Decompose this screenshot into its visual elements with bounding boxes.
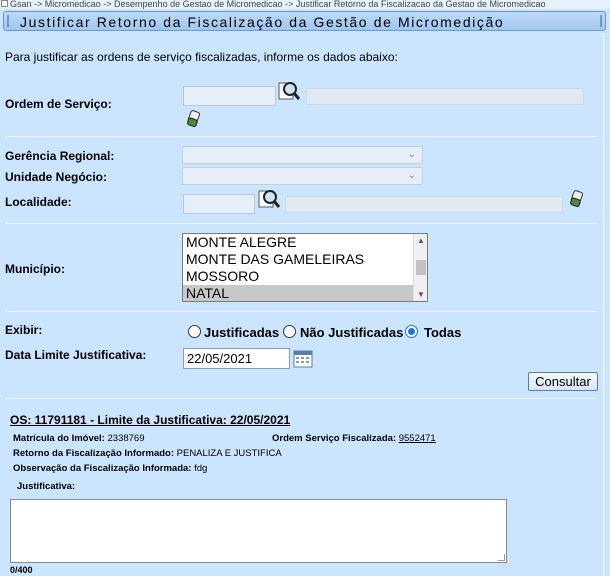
municipio-option-selected[interactable]: NATAL <box>183 285 427 301</box>
divider <box>5 311 597 312</box>
eraser-icon[interactable] <box>568 190 584 208</box>
matricula-label: Matrícula do Imóvel: <box>13 433 105 444</box>
divider <box>5 223 597 224</box>
ordem-fiscalizada-label: Ordem Serviço Fiscalizada: <box>272 433 397 444</box>
data-limite-input[interactable]: 22/05/2021 <box>183 348 290 369</box>
page-title: Justificar Retorno da Fiscalização da Ge… <box>20 14 505 30</box>
justificativa-label: Justificativa: <box>17 481 76 492</box>
consultar-button[interactable]: Consultar <box>528 372 598 391</box>
divider <box>5 398 597 399</box>
resize-grip-icon[interactable] <box>498 554 505 561</box>
ordem-fiscalizada-link[interactable]: 9552471 <box>399 433 436 444</box>
radio-todas-label[interactable]: Todas <box>424 325 461 340</box>
magnifier-icon[interactable] <box>278 80 300 102</box>
exibir-label: Exibir: <box>5 323 43 337</box>
radio-todas[interactable] <box>405 325 418 338</box>
localidade-label: Localidade: <box>5 195 72 209</box>
localidade-input[interactable] <box>183 194 255 214</box>
title-corner-right <box>594 15 602 27</box>
radio-justificadas[interactable] <box>188 325 201 338</box>
matricula-row: Matrícula do Imóvel: 2338769 <box>13 433 144 444</box>
gerencia-regional-label: Gerência Regional: <box>5 149 115 163</box>
radio-justificadas-label[interactable]: Justificadas <box>204 325 279 340</box>
scroll-up-icon[interactable]: ▲ <box>417 236 425 245</box>
breadcrumb: Gsan -> Micromedicao -> Desempenho de Ge… <box>0 0 610 9</box>
localidade-description <box>285 196 563 213</box>
magnifier-icon[interactable] <box>258 188 280 210</box>
chevron-down-icon: ⌄ <box>407 149 416 160</box>
os-header: OS: 11791181 - Limite da Justificativa: … <box>10 413 291 427</box>
title-corner-left <box>7 15 15 27</box>
municipio-option[interactable]: MONTE DAS GAMELEIRAS <box>183 251 427 268</box>
municipio-option[interactable]: MONTE ALEGRE <box>183 234 427 251</box>
justificativa-textarea[interactable] <box>10 499 507 563</box>
eraser-icon[interactable] <box>185 110 201 128</box>
retorno-value: PENALIZA E JUSTIFICA <box>176 448 282 459</box>
ordem-servico-description <box>306 88 584 105</box>
breadcrumb-text: Gsan -> Micromedicao -> Desempenho de Ge… <box>10 0 546 9</box>
page-title-bar: Justificar Retorno da Fiscalização da Ge… <box>3 11 606 31</box>
divider <box>5 136 597 137</box>
intro-text: Para justificar as ordens de serviço fis… <box>5 50 398 64</box>
data-limite-label: Data Limite Justificativa: <box>5 348 147 362</box>
justificativa-row: Justificativa: <box>17 481 75 492</box>
observacao-value: fdg <box>194 463 208 474</box>
observacao-row: Observação da Fiscalização Informada: fd… <box>13 463 207 474</box>
municipio-label: Município: <box>5 262 65 276</box>
right-border <box>603 33 604 576</box>
chevron-down-icon: ⌄ <box>407 170 416 181</box>
unidade-negocio-select[interactable]: ⌄ <box>182 167 423 185</box>
municipio-listbox[interactable]: MONTE ALEGRE MONTE DAS GAMELEIRAS MOSSOR… <box>182 233 428 302</box>
retorno-label: Retorno da Fiscalização Informado: <box>13 448 174 459</box>
gerencia-regional-select[interactable]: ⌄ <box>182 146 423 164</box>
radio-nao-justificadas[interactable] <box>283 325 296 338</box>
scroll-down-icon[interactable]: ▼ <box>417 290 425 299</box>
calendar-icon[interactable] <box>293 350 313 368</box>
home-icon[interactable] <box>1 0 8 7</box>
ordem-fiscalizada-row: Ordem Serviço Fiscalizada: 9552471 <box>272 433 436 444</box>
ordem-servico-input[interactable] <box>183 86 276 106</box>
radio-nao-justificadas-label[interactable]: Não Justificadas <box>300 325 403 340</box>
municipio-option[interactable]: MOSSORO <box>183 268 427 285</box>
listbox-scrollbar[interactable]: ▲ ▼ <box>413 234 427 301</box>
matricula-value: 2338769 <box>107 433 145 444</box>
observacao-label: Observação da Fiscalização Informada: <box>13 463 192 474</box>
char-counter: 0/400 <box>10 565 33 575</box>
retorno-row: Retorno da Fiscalização Informado: PENAL… <box>13 448 282 459</box>
scrollbar-thumb[interactable] <box>416 260 426 275</box>
ordem-servico-label: Ordem de Serviço: <box>5 97 112 111</box>
unidade-negocio-label: Unidade Negócio: <box>5 170 108 184</box>
